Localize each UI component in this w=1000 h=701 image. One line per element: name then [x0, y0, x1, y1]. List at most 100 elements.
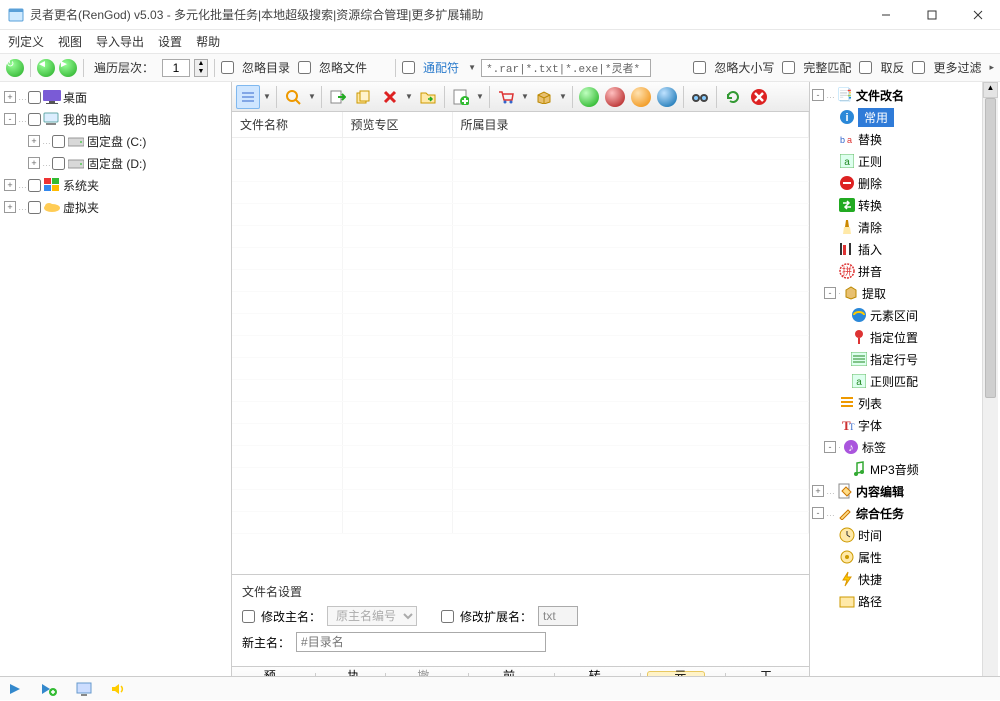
binoculars-button[interactable]: [688, 85, 712, 109]
delete-button[interactable]: [378, 85, 402, 109]
rtree-fixed-line[interactable]: 指定行号: [810, 348, 982, 370]
tree-drive-d[interactable]: + … 固定盘 (D:): [0, 152, 231, 174]
filter-input[interactable]: [481, 59, 651, 77]
view-dropdown[interactable]: ▼: [262, 92, 272, 101]
tree-virtual-folder[interactable]: + … 虚拟夹: [0, 196, 231, 218]
scroll-thumb[interactable]: [985, 98, 996, 398]
menu-settings[interactable]: 设置: [158, 33, 182, 50]
col-filename[interactable]: 文件名称: [232, 112, 342, 138]
rtree-path[interactable]: 路径: [810, 590, 982, 612]
play-icon[interactable]: [8, 682, 22, 696]
refresh-center-button[interactable]: [721, 85, 745, 109]
rtree-shortcut[interactable]: 快捷: [810, 568, 982, 590]
nav-back-button[interactable]: ◄: [37, 59, 55, 77]
ignore-file-checkbox[interactable]: [298, 61, 311, 74]
tree-checkbox[interactable]: [28, 179, 41, 192]
open-folder-button[interactable]: [416, 85, 440, 109]
rtree-mp3[interactable]: MP3音频: [810, 458, 982, 480]
menu-coldef[interactable]: 列定义: [8, 33, 44, 50]
expand-icon[interactable]: +: [28, 157, 40, 169]
rtree-tag[interactable]: -·♪标签: [810, 436, 982, 458]
rtree-list[interactable]: 列表: [810, 392, 982, 414]
more-filter-checkbox[interactable]: [912, 61, 925, 74]
tree-checkbox[interactable]: [52, 157, 65, 170]
col-dir[interactable]: 所属目录: [452, 112, 809, 138]
rtree-clear[interactable]: 清除: [810, 216, 982, 238]
rtree-composite-task[interactable]: -…综合任务: [810, 502, 982, 524]
pause-button[interactable]: [629, 85, 653, 109]
cart-button[interactable]: [494, 85, 518, 109]
stop-button[interactable]: [603, 85, 627, 109]
collapse-icon[interactable]: -: [4, 113, 16, 125]
expand-icon[interactable]: +: [4, 179, 16, 191]
cancel-button[interactable]: [747, 85, 771, 109]
tree-checkbox[interactable]: [52, 135, 65, 148]
refresh-button[interactable]: ↻: [6, 59, 24, 77]
rtree-regex[interactable]: a正则: [810, 150, 982, 172]
rtree-delete[interactable]: 删除: [810, 172, 982, 194]
new-main-input[interactable]: [296, 632, 546, 652]
rtree-common[interactable]: i常用: [810, 106, 982, 128]
play-plus-icon[interactable]: [40, 682, 58, 696]
depth-input[interactable]: [162, 59, 190, 77]
tree-drive-c[interactable]: + … 固定盘 (C:): [0, 130, 231, 152]
rtree-extract[interactable]: -·提取: [810, 282, 982, 304]
ignore-dir-checkbox[interactable]: [221, 61, 234, 74]
wildcard-checkbox[interactable]: [402, 61, 415, 74]
ext-input[interactable]: [538, 606, 578, 626]
menu-import-export[interactable]: 导入导出: [96, 33, 144, 50]
add-dropdown[interactable]: ▼: [475, 92, 485, 101]
view-list-button[interactable]: [236, 85, 260, 109]
box-dropdown[interactable]: ▼: [558, 92, 568, 101]
rtree-fixed-pos[interactable]: 指定位置: [810, 326, 982, 348]
rtree-time[interactable]: 时间: [810, 524, 982, 546]
menu-view[interactable]: 视图: [58, 33, 82, 50]
expand-icon[interactable]: +: [28, 135, 40, 147]
rtree-font[interactable]: TT字体: [810, 414, 982, 436]
modify-main-checkbox[interactable]: [242, 610, 255, 623]
close-button[interactable]: [964, 5, 992, 25]
add-button[interactable]: [449, 85, 473, 109]
cart-dropdown[interactable]: ▼: [520, 92, 530, 101]
minimize-button[interactable]: [872, 5, 900, 25]
expand-icon[interactable]: +: [4, 91, 16, 103]
rtree-pinyin[interactable]: 拼拼音: [810, 260, 982, 282]
right-scrollbar[interactable]: ▲ ▼: [982, 82, 998, 700]
tree-desktop[interactable]: + … 桌面: [0, 86, 231, 108]
rtree-insert[interactable]: 插入: [810, 238, 982, 260]
rtree-convert[interactable]: 转换: [810, 194, 982, 216]
delete-dropdown[interactable]: ▼: [404, 92, 414, 101]
copy-button[interactable]: [352, 85, 376, 109]
nav-forward-button[interactable]: ►: [59, 59, 77, 77]
rtree-regex-match[interactable]: a正则匹配: [810, 370, 982, 392]
search-dropdown[interactable]: ▼: [307, 92, 317, 101]
tree-system-folder[interactable]: + … 系统夹: [0, 174, 231, 196]
maximize-button[interactable]: [918, 5, 946, 25]
col-preview[interactable]: 预览专区: [342, 112, 452, 138]
info-button[interactable]: [655, 85, 679, 109]
screen-icon[interactable]: [76, 682, 92, 696]
menu-help[interactable]: 帮助: [196, 33, 220, 50]
tree-checkbox[interactable]: [28, 113, 41, 126]
export-button[interactable]: [326, 85, 350, 109]
go-button[interactable]: [577, 85, 601, 109]
rtree-attribute[interactable]: 属性: [810, 546, 982, 568]
rtree-content-edit[interactable]: +…内容编辑: [810, 480, 982, 502]
rtree-file-rename[interactable]: -…📑文件改名: [810, 84, 982, 106]
file-table[interactable]: 文件名称 预览专区 所属目录: [232, 112, 809, 574]
rtree-element-range[interactable]: 元素区间: [810, 304, 982, 326]
expand-icon[interactable]: +: [4, 201, 16, 213]
tree-checkbox[interactable]: [28, 201, 41, 214]
invert-checkbox[interactable]: [859, 61, 872, 74]
search-button[interactable]: [281, 85, 305, 109]
rtree-replace[interactable]: ba替换: [810, 128, 982, 150]
sound-icon[interactable]: [110, 682, 126, 696]
scroll-up-button[interactable]: ▲: [983, 82, 998, 98]
exact-match-checkbox[interactable]: [782, 61, 795, 74]
modify-ext-checkbox[interactable]: [441, 610, 454, 623]
tree-my-computer[interactable]: - … 我的电脑: [0, 108, 231, 130]
box-button[interactable]: [532, 85, 556, 109]
ignore-case-checkbox[interactable]: [693, 61, 706, 74]
tree-checkbox[interactable]: [28, 91, 41, 104]
wildcard-dropdown[interactable]: ▼: [467, 63, 477, 72]
